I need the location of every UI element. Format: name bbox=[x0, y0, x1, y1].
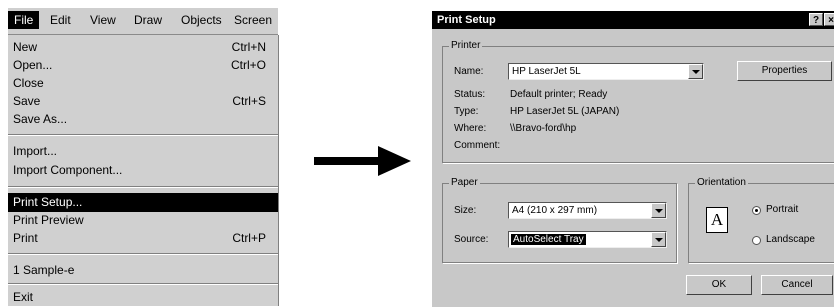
menu-draw[interactable]: Draw bbox=[134, 13, 162, 27]
printer-name-label: Name: bbox=[454, 66, 484, 77]
menu-item-label: Save As... bbox=[13, 112, 68, 126]
help-button[interactable]: ? bbox=[809, 13, 823, 26]
application-menu: File Edit View Draw Objects Screen New C… bbox=[8, 8, 279, 306]
printer-type-label: Type: bbox=[454, 106, 479, 117]
menu-item-shortcut: Ctrl+N bbox=[231, 40, 266, 54]
menu-item-print-preview[interactable]: Print Preview bbox=[8, 211, 278, 230]
print-setup-dialog: Print Setup ? × Printer Name: HP LaserJe… bbox=[431, 10, 834, 307]
menu-item-close[interactable]: Close bbox=[8, 74, 278, 93]
printer-comment-label: Comment: bbox=[454, 140, 501, 151]
chevron-down-icon bbox=[655, 238, 663, 242]
menu-edit[interactable]: Edit bbox=[50, 13, 71, 27]
printer-name-select[interactable]: HP LaserJet 5L bbox=[508, 63, 704, 80]
paper-source-label: Source: bbox=[454, 234, 489, 245]
ok-button[interactable]: OK bbox=[686, 275, 752, 295]
paper-source-select[interactable]: AutoSelect Tray bbox=[508, 231, 667, 248]
menu-file[interactable]: File bbox=[8, 11, 40, 29]
menu-item-print-setup[interactable]: Print Setup... bbox=[8, 193, 278, 212]
menu-separator bbox=[8, 134, 278, 136]
printer-name-value: HP LaserJet 5L bbox=[512, 66, 581, 77]
chevron-down-icon bbox=[692, 70, 700, 74]
printer-status-value: Default printer; Ready bbox=[510, 89, 608, 100]
menu-item-label: Print bbox=[13, 231, 38, 245]
menu-item-import[interactable]: Import... bbox=[8, 142, 278, 161]
menu-item-save-as[interactable]: Save As... bbox=[8, 110, 278, 129]
menu-separator bbox=[8, 186, 278, 188]
paper-size-label: Size: bbox=[454, 205, 477, 216]
menu-item-label: New bbox=[13, 40, 38, 54]
chevron-down-icon bbox=[655, 209, 663, 213]
landscape-radio[interactable] bbox=[752, 236, 761, 245]
paper-size-value: A4 (210 x 297 mm) bbox=[512, 205, 598, 216]
landscape-label[interactable]: Landscape bbox=[766, 234, 815, 245]
paper-source-value: AutoSelect Tray bbox=[511, 234, 586, 245]
cancel-button[interactable]: Cancel bbox=[761, 275, 833, 295]
paper-size-select[interactable]: A4 (210 x 297 mm) bbox=[508, 202, 667, 219]
printer-where-value: \\Bravo-ford\hp bbox=[510, 123, 577, 134]
paper-size-dropdown-button[interactable] bbox=[651, 203, 666, 218]
menu-item-shortcut: Ctrl+P bbox=[232, 231, 266, 245]
close-button[interactable]: × bbox=[824, 13, 834, 26]
printer-status-label: Status: bbox=[454, 89, 486, 100]
printer-name-dropdown-button[interactable] bbox=[688, 64, 703, 79]
menu-item-label: 1 Sample-e bbox=[13, 263, 75, 277]
file-menu-dropdown: New Ctrl+N Open... Ctrl+O Close Save Ctr… bbox=[8, 35, 279, 306]
properties-button[interactable]: Properties bbox=[737, 61, 832, 81]
right-arrow-icon bbox=[314, 146, 411, 176]
portrait-page-icon: A bbox=[706, 207, 728, 233]
menu-item-save[interactable]: Save Ctrl+S bbox=[8, 92, 278, 111]
menu-item-label: Print Setup... bbox=[13, 195, 83, 209]
menu-objects[interactable]: Objects bbox=[181, 13, 222, 27]
portrait-radio[interactable] bbox=[752, 206, 761, 215]
dialog-title-bar[interactable]: Print Setup ? × bbox=[432, 11, 834, 29]
menu-item-label: Import... bbox=[13, 144, 58, 158]
dialog-title: Print Setup bbox=[437, 14, 496, 26]
menu-view[interactable]: View bbox=[90, 13, 116, 27]
menu-item-label: Print Preview bbox=[13, 213, 84, 227]
paper-group-label: Paper bbox=[449, 177, 480, 188]
menu-item-print[interactable]: Print Ctrl+P bbox=[8, 229, 278, 248]
menu-item-label: Open... bbox=[13, 58, 53, 72]
menu-separator bbox=[8, 283, 278, 285]
menu-item-exit[interactable]: Exit bbox=[8, 288, 278, 307]
menu-screen[interactable]: Screen bbox=[234, 13, 272, 27]
printer-group-label: Printer bbox=[449, 40, 483, 51]
printer-where-label: Where: bbox=[454, 123, 487, 134]
menu-item-new[interactable]: New Ctrl+N bbox=[8, 38, 278, 57]
menu-item-import-component[interactable]: Import Component... bbox=[8, 161, 278, 180]
menu-item-label: Import Component... bbox=[13, 163, 123, 177]
paper-source-dropdown-button[interactable] bbox=[651, 232, 666, 247]
menu-item-shortcut: Ctrl+S bbox=[232, 94, 266, 108]
menu-separator bbox=[8, 253, 278, 255]
menu-item-shortcut: Ctrl+O bbox=[230, 58, 266, 72]
menu-bar: File Edit View Draw Objects Screen bbox=[8, 8, 278, 35]
menu-item-open[interactable]: Open... Ctrl+O bbox=[8, 56, 278, 75]
portrait-label[interactable]: Portrait bbox=[766, 204, 798, 215]
orientation-group-label: Orientation bbox=[695, 177, 748, 188]
menu-item-recent-file[interactable]: 1 Sample-e bbox=[8, 261, 278, 280]
printer-type-value: HP LaserJet 5L (JAPAN) bbox=[510, 106, 620, 117]
paper-group: Paper bbox=[442, 177, 677, 263]
menu-item-label: Save bbox=[13, 94, 41, 108]
menu-item-label: Close bbox=[13, 76, 44, 90]
menu-item-label: Exit bbox=[13, 290, 34, 304]
